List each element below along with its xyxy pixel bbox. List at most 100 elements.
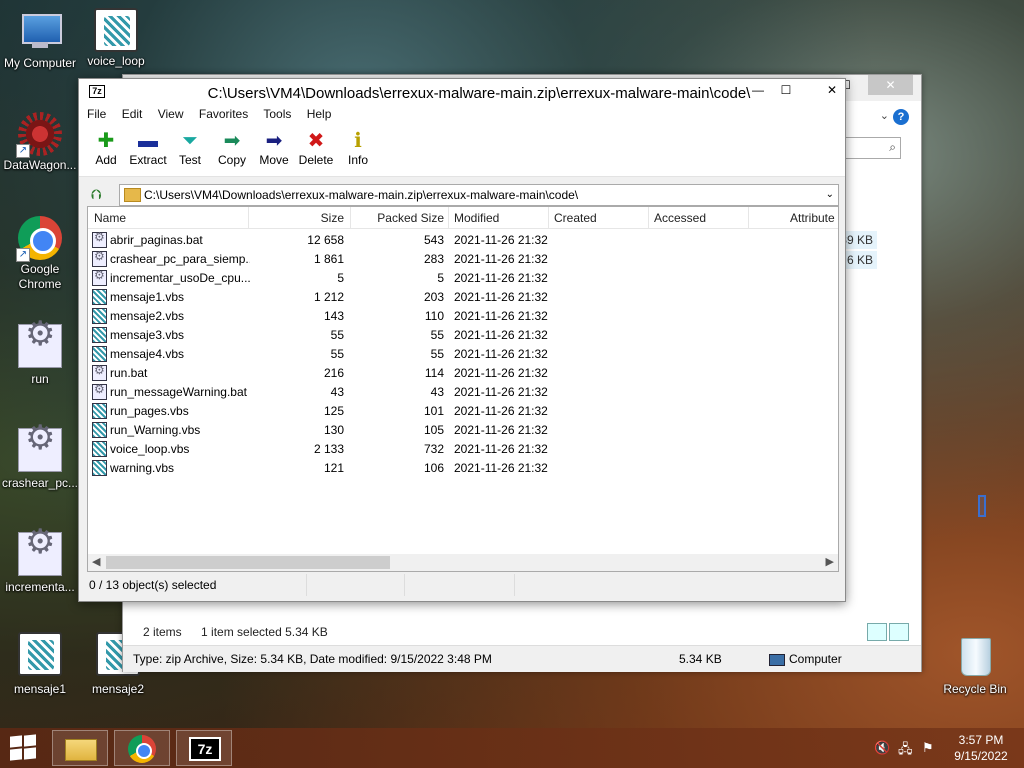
search-icon: ⌕ <box>889 140 896 154</box>
button-label: Add <box>95 153 117 167</box>
test-button[interactable]: ⏷ Test <box>169 129 211 167</box>
file-row[interactable]: incrementar_usoDe_cpu... 5 5 2021-11-26 … <box>88 268 838 288</box>
chevron-down-icon[interactable]: ⌄ <box>880 109 889 122</box>
desktop-icon-datawagon[interactable]: DataWagon... <box>0 112 80 173</box>
scrollbar-thumb[interactable] <box>106 556 390 569</box>
desktop-icon-google-chrome[interactable]: Google Chrome <box>0 216 80 292</box>
file-row[interactable]: run_Warning.vbs 130 105 2021-11-26 21:32 <box>88 421 838 440</box>
system-clock[interactable]: 3:57 PM 9/15/2022 <box>944 732 1018 764</box>
file-row[interactable]: voice_loop.vbs 2 133 732 2021-11-26 21:3… <box>88 440 838 459</box>
action-center-icon[interactable]: ⚑ <box>922 740 934 756</box>
7zip-titlebar[interactable]: 7z C:\Users\VM4\Downloads\errexux-malwar… <box>79 79 845 103</box>
desktop-icon-mensaje1[interactable]: mensaje1 <box>0 632 80 697</box>
file-row[interactable]: run_messageWarning.bat 43 43 2021-11-26 … <box>88 382 838 402</box>
desktop-icon-label: My Computer <box>3 56 77 70</box>
desktop-icon-label: crashear_pc... <box>1 476 79 490</box>
column-header-name[interactable]: Name <box>94 211 126 225</box>
network-icon[interactable]: 🖧 <box>898 740 913 762</box>
address-input[interactable]: C:\Users\VM4\Downloads\errexux-malware-m… <box>119 184 839 206</box>
details-size: 5.34 KB <box>679 652 722 666</box>
file-row[interactable]: run_pages.vbs 125 101 2021-11-26 21:32 <box>88 402 838 421</box>
file-row[interactable]: mensaje3.vbs 55 55 2021-11-26 21:32 <box>88 326 838 345</box>
desktop-icon-label: voice_loop <box>87 54 145 68</box>
file-row[interactable]: abrir_paginas.bat 12 658 543 2021-11-26 … <box>88 230 838 250</box>
desktop-icon-incrementar[interactable]: incrementa... <box>0 532 80 595</box>
button-label: Test <box>178 153 201 167</box>
menu-file[interactable]: File <box>87 107 106 121</box>
copy-button[interactable]: ➡ Copy <box>211 129 253 167</box>
column-header-accessed[interactable]: Accessed <box>654 211 706 225</box>
file-name: incrementar_usoDe_cpu... <box>110 271 250 285</box>
file-row[interactable]: mensaje2.vbs 143 110 2021-11-26 21:32 <box>88 307 838 326</box>
details-location: Computer <box>769 646 842 673</box>
clock-time: 3:57 PM <box>958 733 1004 747</box>
file-modified: 2021-11-26 21:32 <box>454 366 548 380</box>
column-header-size[interactable]: Size <box>258 211 344 225</box>
file-name: mensaje2.vbs <box>110 309 185 323</box>
minimize-button[interactable]: — <box>743 79 773 101</box>
start-button[interactable] <box>10 734 38 761</box>
horizontal-scrollbar[interactable]: ◀ ▶ <box>88 554 838 571</box>
large-icons-view-icon[interactable] <box>889 623 909 641</box>
scroll-right-icon[interactable]: ▶ <box>826 555 834 568</box>
text-cursor-icon <box>978 495 986 517</box>
help-icon[interactable]: ? <box>893 109 909 125</box>
add-button[interactable]: ✚ Add <box>85 129 127 167</box>
desktop-icon-label: Google Chrome <box>18 262 62 291</box>
desktop-icon-my-computer[interactable]: My Computer <box>0 10 80 71</box>
volume-muted-icon[interactable]: 🔇 <box>874 740 890 756</box>
extract-button[interactable]: ▬ Extract <box>127 129 169 167</box>
file-size: 55 <box>330 347 344 361</box>
menu-tools[interactable]: Tools <box>263 107 291 121</box>
file-packed-size: 732 <box>423 442 444 456</box>
explorer-close-button[interactable]: ✕ <box>868 75 913 95</box>
maximize-button[interactable]: ☐ <box>771 79 801 101</box>
column-header-packed-size[interactable]: Packed Size <box>358 211 444 225</box>
delete-button[interactable]: ✖ Delete <box>295 129 337 167</box>
menu-edit[interactable]: Edit <box>122 107 143 121</box>
column-header-created[interactable]: Created <box>554 211 597 225</box>
delete-icon: ✖ <box>307 130 325 152</box>
batch-file-icon <box>18 428 62 472</box>
close-button[interactable]: ✕ <box>817 79 847 101</box>
details-view-icon[interactable] <box>867 623 887 641</box>
explorer-details-pane: Type: zip Archive, Size: 5.34 KB, Date m… <box>123 645 921 672</box>
file-size: 143 <box>323 309 344 323</box>
file-row[interactable]: mensaje4.vbs 55 55 2021-11-26 21:32 <box>88 345 838 364</box>
window-title: C:\Users\VM4\Downloads\errexux-malware-m… <box>207 85 751 102</box>
taskbar-7zip[interactable]: 7z <box>176 730 232 766</box>
column-header-attribute[interactable]: Attribute <box>790 211 835 225</box>
view-mode-buttons[interactable] <box>865 623 909 644</box>
taskbar-chrome[interactable] <box>114 730 170 766</box>
extract-icon: ▬ <box>138 130 158 152</box>
move-button[interactable]: ➡ Move <box>253 129 295 167</box>
desktop-icon-label: mensaje1 <box>13 682 67 696</box>
explorer-search-input[interactable]: ⌕ <box>841 137 901 159</box>
7zip-window[interactable]: 7z C:\Users\VM4\Downloads\errexux-malwar… <box>78 78 846 602</box>
menu-favorites[interactable]: Favorites <box>199 107 248 121</box>
desktop-icon-voice-loop[interactable]: voice_loop <box>76 8 156 69</box>
menu-help[interactable]: Help <box>307 107 332 121</box>
file-list[interactable]: Name Size Packed Size Modified Created A… <box>87 206 839 572</box>
desktop-icon-label: incrementa... <box>5 580 75 594</box>
chevron-down-icon[interactable]: ⌄ <box>826 185 834 205</box>
desktop-icon-recycle-bin[interactable]: Recycle Bin <box>935 632 1015 697</box>
scroll-left-icon[interactable]: ◀ <box>92 555 100 568</box>
column-header-modified[interactable]: Modified <box>454 211 499 225</box>
info-button[interactable]: ℹ Info <box>337 129 379 167</box>
desktop-icon-run[interactable]: run <box>0 324 80 387</box>
file-row[interactable]: mensaje1.vbs 1 212 203 2021-11-26 21:32 <box>88 288 838 307</box>
batch-file-icon <box>92 382 107 400</box>
file-name: mensaje4.vbs <box>110 347 185 361</box>
file-name: run_messageWarning.bat <box>110 385 247 399</box>
menu-view[interactable]: View <box>158 107 184 121</box>
file-row[interactable]: warning.vbs 121 106 2021-11-26 21:32 <box>88 459 838 478</box>
add-icon: ✚ <box>97 130 115 152</box>
file-modified: 2021-11-26 21:32 <box>454 309 548 323</box>
desktop-icon-crashear-pc[interactable]: crashear_pc... <box>0 428 80 491</box>
up-folder-icon[interactable]: ⮉ <box>91 186 109 204</box>
file-row[interactable]: run.bat 216 114 2021-11-26 21:32 <box>88 363 838 383</box>
file-row[interactable]: crashear_pc_para_siemp... 1 861 283 2021… <box>88 249 838 269</box>
move-icon: ➡ <box>265 130 283 152</box>
taskbar-file-explorer[interactable] <box>52 730 108 766</box>
